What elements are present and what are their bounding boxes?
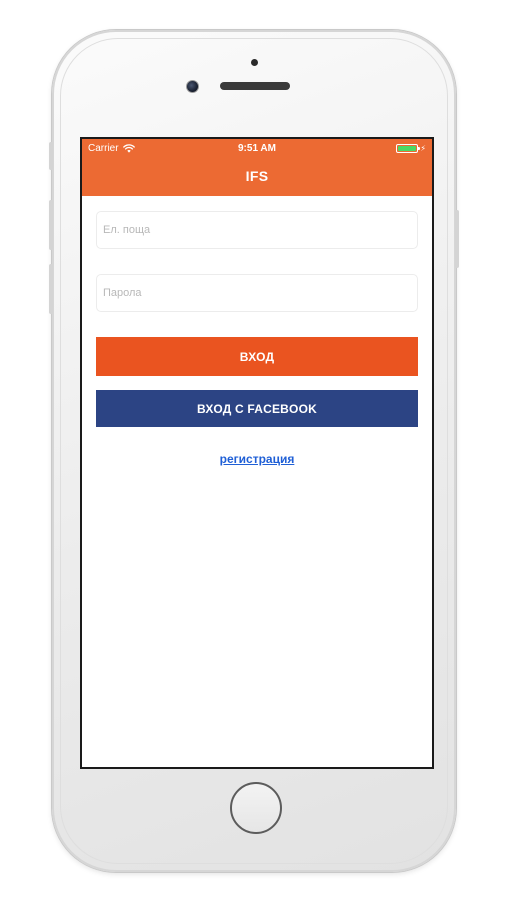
status-bar: Carrier 9:51 AM ⚡: [82, 139, 432, 157]
status-time: 9:51 AM: [238, 143, 276, 154]
volume-up-button: [49, 200, 53, 250]
phone-frame: Carrier 9:51 AM ⚡ IFS Ел. поща ВХОД ВХОД…: [49, 30, 459, 872]
page-title: IFS: [245, 168, 269, 184]
password-input[interactable]: [96, 274, 418, 312]
charging-bolt-icon: ⚡: [420, 143, 426, 153]
front-camera-icon: [186, 80, 199, 93]
mute-switch: [49, 142, 53, 170]
phone-screen: Carrier 9:51 AM ⚡ IFS Ел. поща ВХОД ВХОД…: [80, 137, 434, 769]
email-input[interactable]: [96, 211, 418, 249]
navigation-bar: Carrier 9:51 AM ⚡ IFS: [82, 139, 432, 196]
earpiece-speaker: [220, 82, 290, 90]
power-button: [455, 210, 459, 268]
battery-fill: [398, 146, 417, 151]
battery-icon: [396, 144, 421, 153]
home-button[interactable]: [230, 782, 282, 834]
login-button[interactable]: ВХОД: [96, 337, 418, 376]
battery-indicator: ⚡: [396, 144, 426, 153]
facebook-login-button[interactable]: ВХОД С FACEBOOK: [96, 390, 418, 427]
volume-down-button: [49, 264, 53, 314]
proximity-sensor: [251, 59, 258, 66]
register-link[interactable]: регистрация: [82, 452, 432, 466]
